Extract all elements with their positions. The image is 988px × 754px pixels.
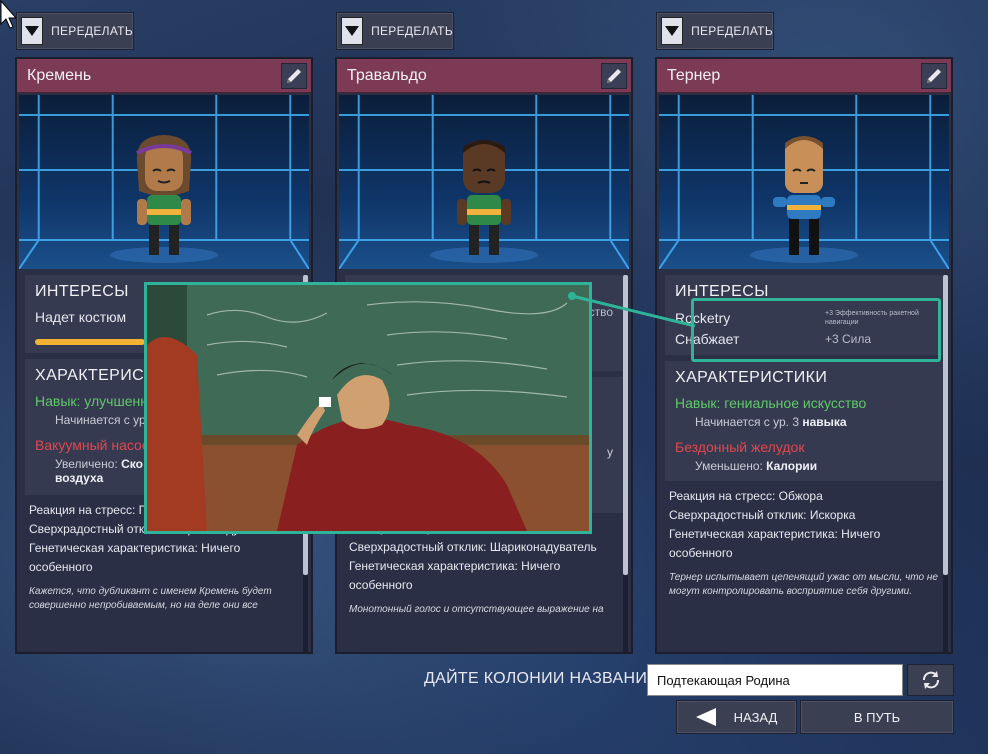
duplicant-name: Травальдо <box>347 66 427 84</box>
traits-section: ХАРАКТЕРИСТИКИ Навык: гениальное искусст… <box>665 361 943 481</box>
arrow-left-icon <box>695 708 716 726</box>
overjoyed-response: Сверхрадостный отклик: Шариконадуватель <box>349 540 597 554</box>
embark-button[interactable]: В ПУТЬ <box>800 700 954 734</box>
pencil-icon <box>607 68 621 83</box>
positive-trait: Навык: гениальное искусство <box>675 395 867 411</box>
reroll-button-1[interactable]: ПЕРЕДЕЛАТЬ <box>16 12 134 50</box>
back-label: НАЗАД <box>733 709 778 725</box>
dropdown-arrow-icon[interactable] <box>341 17 364 45</box>
meme-overlay-image <box>144 282 592 534</box>
scrollbar-thumb[interactable] <box>623 275 628 575</box>
duplicant-figure <box>136 135 192 255</box>
traits-title: ХАРАКТЕРИСТИКИ <box>675 369 828 386</box>
interest-bonus: ство <box>588 305 613 319</box>
randomize-name-button[interactable] <box>907 664 954 696</box>
colony-name-input[interactable] <box>647 664 903 696</box>
dropdown-arrow-icon[interactable] <box>21 17 44 45</box>
pencil-icon <box>287 68 301 83</box>
negative-trait: Бездонный желудок <box>675 439 805 455</box>
reroll-button-2[interactable]: ПЕРЕДЕЛАТЬ <box>336 12 454 50</box>
genetic-trait: Генетическая характеристика: Ничего особ… <box>669 527 881 560</box>
positive-trait-detail: Начинается с ур. 3 навыка <box>695 415 847 429</box>
pencil-icon <box>927 68 941 83</box>
card-header: Тернер <box>657 59 951 93</box>
reroll-label: ПЕРЕДЕЛАТЬ <box>371 24 453 38</box>
embark-label: В ПУТЬ <box>853 709 901 725</box>
negative-trait-detail: Уменьшено: Калории <box>695 459 818 473</box>
interests-highlight-box <box>691 298 941 362</box>
reactions: Реакция на стресс: Обжора Сверхрадостный… <box>669 487 941 563</box>
reroll-label: ПЕРЕДЕЛАТЬ <box>51 24 133 38</box>
stress-reaction: Реакция на стресс: Обжора <box>669 489 823 503</box>
reroll-label: ПЕРЕДЕЛАТЬ <box>691 24 773 38</box>
interest-skill: Надет костюм <box>35 309 127 325</box>
duplicant-portrait <box>19 95 309 269</box>
genetic-trait: Генетическая характеристика: Ничего особ… <box>29 541 241 574</box>
duplicant-name: Тернер <box>667 66 721 84</box>
genetic-trait: Генетическая характеристика: Ничего особ… <box>349 559 561 592</box>
duplicant-figure <box>457 140 511 255</box>
card-header: Кремень <box>17 59 311 93</box>
bio-description: Кажется, что дубликант с именем Кремень … <box>29 586 272 611</box>
overjoyed-response: Сверхрадостный отклик: Искорка <box>669 508 856 522</box>
passion-bar <box>35 339 145 345</box>
duplicant-portrait <box>339 95 629 269</box>
edit-name-button[interactable] <box>921 62 947 89</box>
refresh-icon <box>922 671 939 689</box>
duplicant-name: Кремень <box>27 66 92 84</box>
back-button[interactable]: НАЗАД <box>676 700 797 734</box>
bio-description: Тернер испытывает цепенящий ужас от мысл… <box>669 572 938 597</box>
scrollbar[interactable] <box>623 275 628 652</box>
reroll-button-3[interactable]: ПЕРЕДЕЛАТЬ <box>656 12 774 50</box>
duplicant-portrait <box>659 95 949 269</box>
scrollbar[interactable] <box>943 275 948 652</box>
dropdown-arrow-icon[interactable] <box>661 17 684 45</box>
card-header: Травальдо <box>337 59 631 93</box>
scrollbar-thumb[interactable] <box>943 275 948 575</box>
edit-name-button[interactable] <box>281 62 307 89</box>
bio-description: Монотонный голос и отсутствующее выражен… <box>349 604 604 615</box>
duplicant-figure <box>773 136 835 255</box>
colony-name-label: ДАЙТЕ КОЛОНИИ НАЗВАНИЕ <box>424 670 659 687</box>
edit-name-button[interactable] <box>601 62 627 89</box>
